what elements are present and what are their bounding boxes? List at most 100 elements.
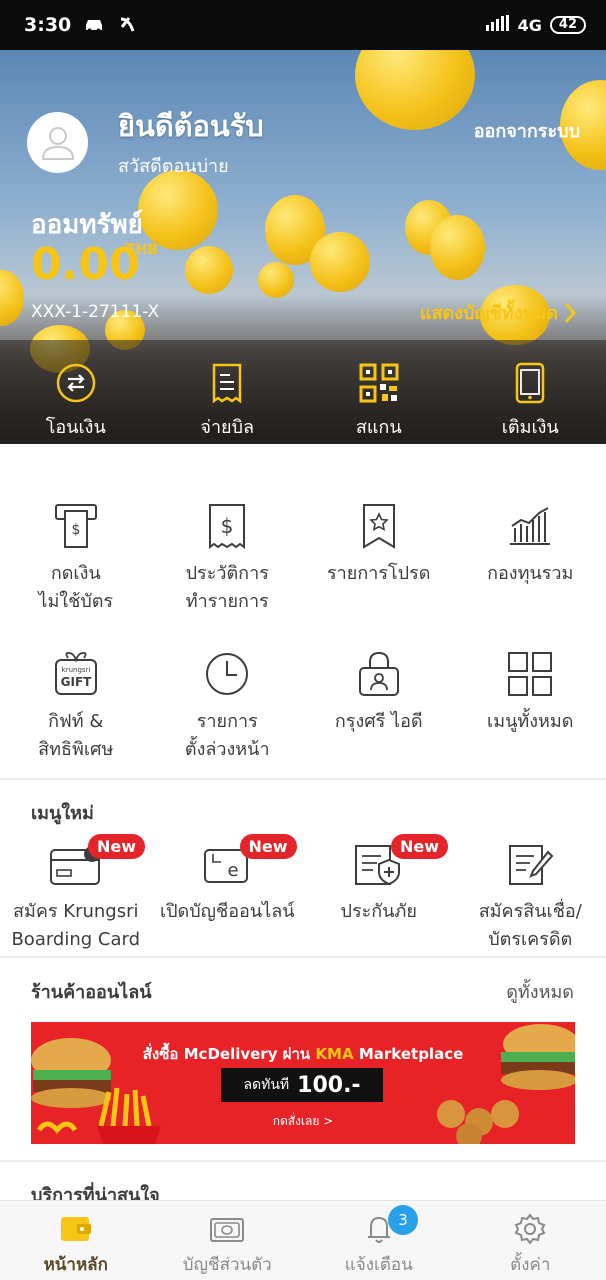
account-hero: ยินดีต้อนรับ สวัสดีตอนบ่าย ออกจากระบบ ออ… [0, 50, 606, 444]
nav-label: ตั้งค่า [510, 1255, 551, 1275]
svg-text:e: e [228, 860, 239, 881]
discount-box: ลดทันที 100.- [221, 1068, 383, 1102]
quick-actions-bar: โอนเงิน จ่ายบิล สแกน เติมเงิน [0, 340, 606, 444]
discount-prefix: ลดทันที [243, 1077, 290, 1093]
menu-label-line1: เมนูทั้งหมด [487, 711, 574, 732]
gift-icon-text: GIFT [60, 675, 92, 689]
svg-text:$: $ [221, 514, 234, 538]
balloon-image [258, 262, 294, 298]
show-all-accounts-link[interactable]: แสดงบัญชีทั้งหมด [420, 298, 576, 327]
nav-notifications[interactable]: 3 แจ้งเตือน [303, 1201, 455, 1280]
new-menu-title: เมนูใหม่ [31, 803, 94, 824]
nav-label: แจ้งเตือน [344, 1255, 413, 1275]
welcome-title: ยินดีต้อนรับ [118, 109, 264, 143]
account-balance: 0.00 [31, 239, 140, 290]
clock-icon [206, 653, 249, 695]
banner-marketplace: Marketplace [358, 1045, 464, 1063]
chevron-right-icon [564, 302, 576, 323]
quick-action-scan[interactable]: สแกน [303, 340, 455, 444]
menu-transaction-history[interactable]: $ ประวัติการทำรายการ [152, 502, 304, 616]
qr-scan-icon [359, 363, 399, 403]
new-badge: New [391, 834, 449, 859]
svg-text:$: $ [71, 522, 80, 538]
menu-cardless-withdraw[interactable]: $ กดเงิน ไม่ใช้บัตร [0, 502, 152, 616]
new-badge: New [88, 834, 146, 859]
greeting-text: สวัสดีตอนบ่าย [118, 156, 229, 177]
carrier-logo-icon [117, 15, 137, 35]
quick-action-label: โอนเงิน [45, 417, 106, 438]
balloon-image [310, 232, 370, 292]
menu-favorites[interactable]: รายการโปรด [303, 502, 455, 616]
phone-topup-icon [516, 362, 545, 404]
new-menu-insurance[interactable]: New ประกันภัย [303, 834, 455, 954]
menu-row: krungsri GIFT กิฟท์ & สิทธิพิเศษ รายการ ตั้… [0, 650, 606, 764]
menu-krungsri-id[interactable]: กรุงศรี ไอดี [303, 650, 455, 764]
quick-action-pay-bill[interactable]: จ่ายบิล [152, 340, 304, 444]
new-menu-open-account[interactable]: e New เปิดบัญชีออนไลน์ [152, 834, 304, 954]
banner-cta[interactable]: กดสั่งเลย > [31, 1112, 575, 1131]
section-divider [0, 956, 606, 958]
gift-icon-brand: krungsri [61, 666, 90, 674]
banner-brand: McDelivery [183, 1045, 278, 1063]
menu-gift-privileges[interactable]: krungsri GIFT กิฟท์ & สิทธิพิเศษ [0, 650, 152, 764]
new-badge: New [239, 834, 297, 859]
car-icon [83, 17, 105, 33]
all-menu-grid-icon [508, 652, 553, 696]
new-menu-loan-credit-card[interactable]: สมัครสินเชื่อ/บัตรเครดิต [455, 840, 606, 954]
section-divider [0, 778, 606, 780]
see-all-link[interactable]: ดูทั้งหมด [506, 977, 574, 1006]
account-number: XXX-1-27111-X [31, 302, 160, 322]
cardless-withdraw-icon: $ [54, 504, 97, 548]
nav-label: หน้าหลัก [43, 1255, 108, 1275]
new-menu-row: New สมัคร Krungsri Boarding Card e New เป… [0, 834, 606, 954]
status-bar: 3:30 4G 42 [0, 0, 606, 50]
menu-label-line1: กองทุนรวม [487, 563, 574, 584]
menu-label-line2: บัตรเครดิต [488, 929, 573, 950]
quick-action-topup[interactable]: เติมเงิน [455, 340, 606, 444]
menu-row: $ กดเงิน ไม่ใช้บัตร $ ประวัติการ ทำรายการ … [0, 502, 606, 616]
nav-label: บัญชีส่วนตัว [182, 1255, 272, 1275]
nav-home[interactable]: หน้าหลัก [0, 1201, 152, 1280]
menu-label-line2: ตั้งล่วงหน้า [184, 739, 270, 760]
promo-banner[interactable]: สั่งซื้อ McDelivery ผ่าน KMA Marketplace… [31, 1022, 575, 1144]
favorite-bookmark-icon [362, 504, 395, 549]
menu-label-line1: ประวัติการ [185, 563, 269, 584]
battery-indicator: 42 [549, 16, 586, 34]
menu-label-line1: สมัครสินเชื่อ/ [478, 901, 582, 922]
avatar[interactable] [27, 112, 88, 173]
menu-label-line1: เปิดบัญชีออนไลน์ [159, 901, 295, 922]
banner-headline: สั่งซื้อ McDelivery ผ่าน KMA Marketplace [31, 1042, 575, 1066]
status-time: 3:30 [24, 14, 72, 36]
quick-action-label: สแกน [355, 417, 402, 438]
logout-button[interactable]: ออกจากระบบ [474, 116, 580, 145]
balloon-image [430, 215, 485, 280]
quick-action-transfer[interactable]: โอนเงิน [0, 340, 152, 444]
menu-mutual-fund[interactable]: กองทุนรวม [455, 502, 606, 616]
krungsri-id-lock-icon [358, 651, 399, 696]
menu-label-line2: ทำรายการ [185, 591, 269, 612]
menu-label-line2: สิทธิพิเศษ [38, 739, 114, 760]
balloon-image [138, 170, 218, 250]
menu-scheduled-transactions[interactable]: รายการ ตั้งล่วงหน้า [152, 650, 304, 764]
online-shop-title: ร้านค้าออนไลน์ [31, 982, 152, 1003]
nav-settings[interactable]: ตั้งค่า [455, 1201, 606, 1280]
menu-all[interactable]: เมนูทั้งหมด [455, 650, 606, 764]
menu-label-line1: กิฟท์ & [48, 711, 104, 732]
notification-count-badge: 3 [388, 1205, 418, 1235]
quick-action-label: เติมเงิน [501, 417, 559, 438]
menu-label-line2: Boarding Card [11, 929, 141, 950]
nav-personal-account[interactable]: บัญชีส่วนตัว [152, 1201, 304, 1280]
signal-icon [485, 15, 510, 35]
network-type: 4G [517, 15, 542, 35]
new-menu-boarding-card[interactable]: New สมัคร Krungsri Boarding Card [0, 834, 152, 954]
discount-amount: 100.- [297, 1072, 361, 1098]
loan-application-icon [509, 845, 554, 885]
transfer-icon [56, 363, 95, 403]
bill-icon [213, 363, 242, 404]
currency-label: THB [126, 242, 158, 258]
personal-account-icon [210, 1218, 245, 1242]
balloon-image [0, 270, 24, 326]
menu-label-line1: กดเงิน [50, 563, 101, 584]
menu-label-line1: รายการโปรด [327, 563, 431, 584]
balloon-image [355, 50, 475, 130]
